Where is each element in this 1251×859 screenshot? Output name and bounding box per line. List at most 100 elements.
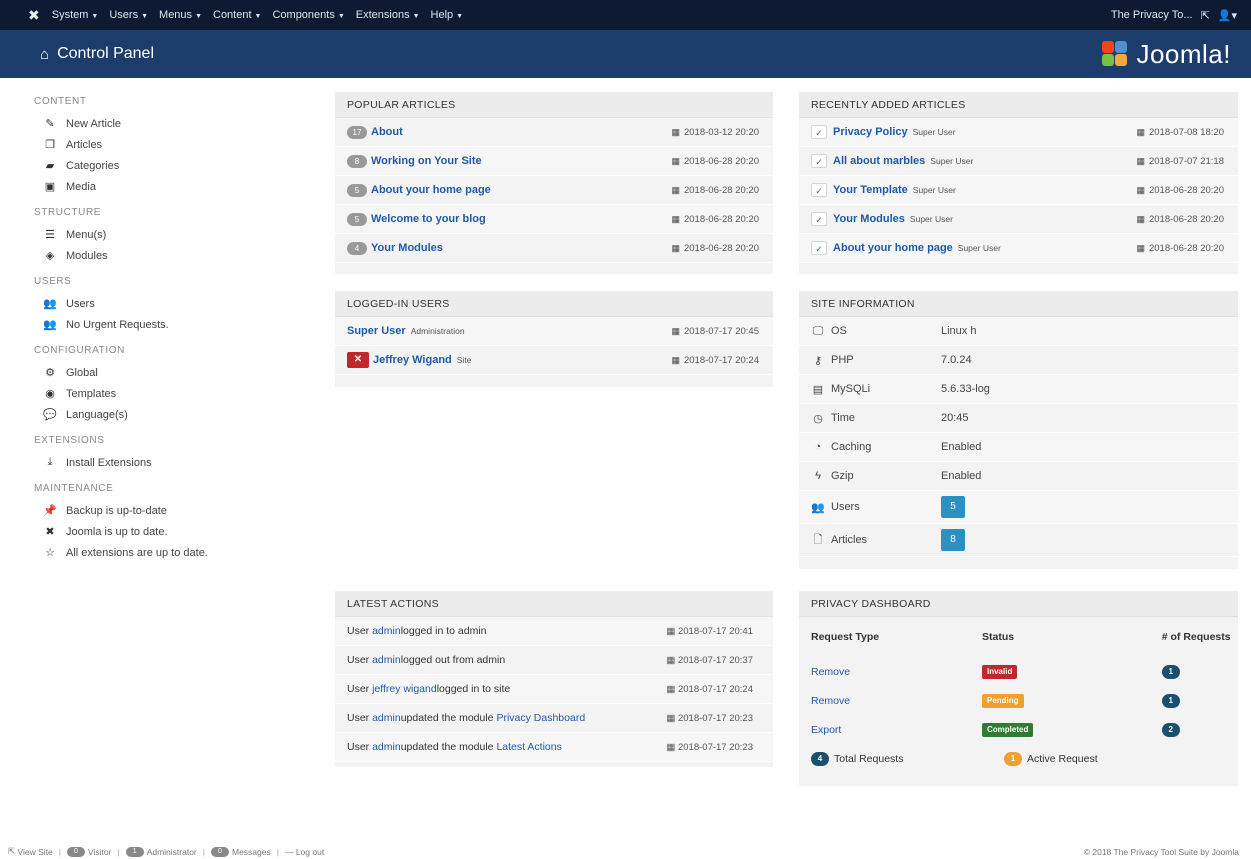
check-icon[interactable]: ✓ [811,125,827,139]
user-link[interactable]: jeffrey wigand [372,683,437,695]
user-role: Administration [410,326,465,336]
logout-user-button[interactable]: ✕ [347,352,369,368]
user-icon[interactable]: 👤▾ [1218,9,1237,22]
privacy-totals: 4 Total Requests 1 Active Request [799,744,1238,774]
sidebar-item-articles[interactable]: ❐ Articles [34,134,294,155]
joomla-icon[interactable]: ✖ [28,7,40,24]
article-link[interactable]: Your Template [833,184,908,196]
user-link[interactable]: Jeffrey Wigand [373,354,452,366]
action-text: User [347,741,370,753]
user-link[interactable]: admin [372,741,401,753]
sidebar-item-global[interactable]: ⚙ Global [34,362,294,383]
panel-title: PRIVACY DASHBOARD [799,591,1238,617]
request-type-link[interactable]: Export [811,724,841,736]
info-row-mysqli: ▤ MySQLi 5.6.33-log [799,375,1238,404]
menu-menus[interactable]: Menus ▼ [159,9,202,21]
logout-link[interactable]: — Log out [285,847,324,857]
users-count-button[interactable]: 5 [941,496,965,518]
sidebar-item-backup[interactable]: 📌 Backup is up-to-date [34,500,294,521]
article-link[interactable]: About [371,126,403,138]
date-text: 2018-07-17 20:23 [677,712,753,724]
menu-components[interactable]: Components ▼ [272,9,344,21]
request-type-link[interactable]: Remove [811,695,850,707]
article-link[interactable]: Privacy Policy [833,126,908,138]
status-badge: Pending [982,693,1024,708]
dashboard-icon: ◔ [814,441,822,453]
user-link[interactable]: admin [372,625,401,637]
article-link[interactable]: All about marbles [833,155,925,167]
menu-system[interactable]: System ▼ [52,9,99,21]
check-icon[interactable]: ✓ [811,183,827,197]
info-key: Users [831,501,860,513]
site-name-link[interactable]: The Privacy To... [1111,9,1193,21]
popular-list: 17 About ▦ 2018-03-12 20:20 8 Working on You… [335,118,773,263]
date: ▦ 2018-07-17 20:23 [666,742,753,753]
page-header: ⌂ Control Panel Joomla! [0,30,1251,78]
article-link[interactable]: About your home page [833,242,953,254]
menu-extensions[interactable]: Extensions ▼ [356,9,420,21]
star-icon: ☆ [45,547,55,559]
action-text: User [347,654,370,666]
sidebar-item-new-article[interactable]: ✎ New Article [34,113,294,134]
sidebar-section-extensions: EXTENSIONS [34,435,105,446]
menu-help[interactable]: Help ▼ [431,9,464,21]
messages-link[interactable]: 0 Messages [210,846,271,857]
sidebar-item-templates[interactable]: ◉ Templates [34,383,294,404]
date-text: 2018-03-12 20:20 [683,126,759,138]
administrators-link[interactable]: 1 Administrator [125,846,197,857]
menu-label: Content [213,9,252,21]
total-count-badge: 4 [811,752,829,766]
external-link-icon[interactable]: ⇱ [1201,9,1210,22]
menu-users[interactable]: Users ▼ [109,9,148,21]
action-row: User admin logged out from admin ▦ 2018-0… [335,646,773,675]
sidebar-section-configuration: CONFIGURATION [34,345,125,356]
article-link[interactable]: Welcome to your blog [371,213,486,225]
action-text: updated the module [400,741,494,753]
check-icon[interactable]: ✓ [811,154,827,168]
sidebar-item-install-extensions[interactable]: ⤓ Install Extensions [34,452,294,473]
article-link[interactable]: Your Modules [833,213,905,225]
user-link[interactable]: admin [372,712,401,724]
view-site-link[interactable]: ⇱ View Site [8,846,53,857]
calendar-icon: ▦ [666,741,676,753]
image-icon: ▣ [44,181,56,193]
file-icon: 🗋 [813,533,823,546]
info-key: Gzip [831,470,854,482]
sidebar-item-urgent-requests[interactable]: 👥 No Urgent Requests. [34,314,294,335]
sidebar-item-joomla-update[interactable]: ✖ Joomla is up to date. [34,521,294,542]
divider: | [117,846,120,857]
calendar-icon: ▦ [671,155,680,166]
check-icon[interactable]: ✓ [811,241,827,255]
sidebar-item-languages[interactable]: 💬 Language(s) [34,404,294,425]
calendar-icon: ▦ [1136,184,1145,195]
hits-badge: 17 [347,125,367,139]
module-link[interactable]: Privacy Dashboard [496,712,585,724]
list-item: ✓ Your Modules Super User ▦ 2018-06-28 20:20 [799,205,1238,234]
admin-count-badge: 1 [125,846,144,857]
request-type-link[interactable]: Remove [811,666,850,678]
sidebar-item-modules[interactable]: ◈ Modules [34,245,294,266]
article-link[interactable]: About your home page [371,184,491,196]
sidebar-item-categories[interactable]: ▰ Categories [34,155,294,176]
visitors-link[interactable]: 0 Visitor [67,846,111,857]
articles-count-button[interactable]: 8 [941,529,965,551]
sidebar-item-label: Backup is up-to-date [66,504,167,517]
check-icon[interactable]: ✓ [811,212,827,226]
info-key: Articles [831,534,868,546]
action-row: User jeffrey wigand logged in to site ▦ 2… [335,675,773,704]
user-link[interactable]: admin [372,654,401,666]
sidebar-item-menus[interactable]: ☰ Menu(s) [34,224,294,245]
info-key: OS [831,325,847,337]
sidebar-item-users[interactable]: 👥 Users [34,293,294,314]
sidebar-item-extensions-update[interactable]: ☆ All extensions are up to date. [34,542,294,563]
module-link[interactable]: Latest Actions [496,741,561,753]
article-link[interactable]: Your Modules [371,242,443,254]
sidebar-item-media[interactable]: ▣ Media [34,176,294,197]
sidebar-item-label: Users [66,297,95,310]
calendar-icon: ▦ [671,184,680,195]
users-icon: 👥 [43,298,57,310]
article-link[interactable]: Working on Your Site [371,155,482,167]
menu-content[interactable]: Content ▼ [213,9,261,21]
list-item: ✕ Jeffrey Wigand Site ▦ 2018-07-17 20:24 [335,346,773,375]
user-link[interactable]: Super User [347,325,406,337]
